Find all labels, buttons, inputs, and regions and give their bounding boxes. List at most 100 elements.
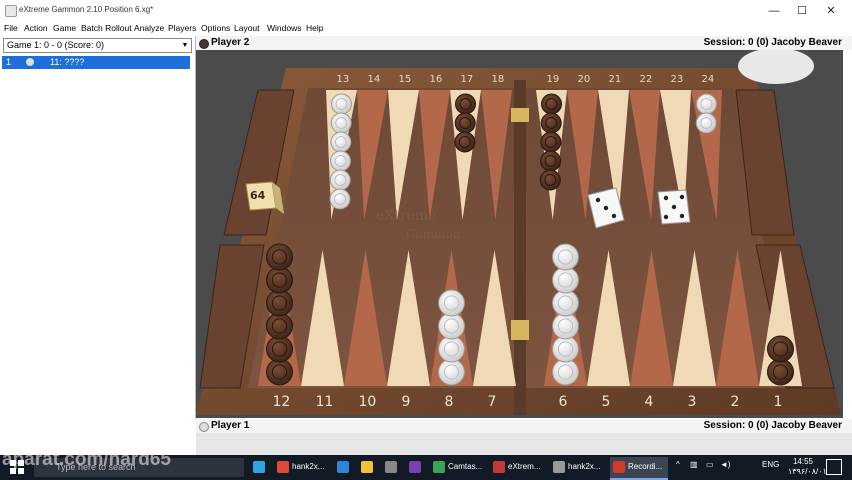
menu-layout[interactable]: Layout: [234, 22, 260, 35]
xg-icon: [493, 461, 505, 473]
white-checker[interactable]: [695, 112, 717, 134]
doubling-cube[interactable]: 64: [245, 181, 284, 214]
point-number-bottom: 7: [488, 394, 497, 410]
taskbar-app-chrome[interactable]: hank2x...: [274, 457, 332, 478]
camtasia-icon: [433, 461, 445, 473]
move-text: 11: ????: [50, 57, 85, 67]
game-select-value: Game 1: 0 - 0 (Score: 0): [7, 40, 105, 50]
taskbar-app-calculator[interactable]: [382, 457, 404, 478]
white-checker[interactable]: [438, 289, 465, 317]
dark-checker[interactable]: [767, 335, 794, 363]
menu-analyze[interactable]: Analyze: [134, 22, 164, 35]
clock-time: 14:55: [792, 457, 814, 466]
hinge-bottom: [511, 320, 529, 340]
dark-checker[interactable]: [454, 131, 476, 153]
backgammon-board[interactable]: 13 12 14 11 15 10 16 9 17 8 18 7 19 6 20 5 21 4 22 3 23 2 24 1 …: [196, 50, 843, 418]
language-indicator[interactable]: ENG: [762, 460, 779, 469]
close-button[interactable]: ✕: [819, 3, 843, 19]
taskbar-app-telegram[interactable]: [250, 457, 272, 478]
dark-checker[interactable]: [540, 150, 562, 172]
white-checker[interactable]: [438, 312, 465, 340]
die-right: [657, 189, 691, 225]
white-checker[interactable]: [552, 358, 579, 386]
point-number-top: 14: [368, 74, 381, 85]
app-icon: [5, 5, 17, 17]
dark-checker[interactable]: [266, 358, 293, 386]
menu-windows[interactable]: Windows: [267, 22, 301, 35]
record-icon: [613, 461, 625, 473]
chevron-up-icon[interactable]: ^: [676, 460, 680, 469]
dark-checker[interactable]: [266, 266, 293, 294]
point-number-bottom: 4: [645, 394, 654, 410]
dark-checker[interactable]: [541, 93, 562, 115]
dark-checker[interactable]: [455, 93, 476, 115]
menu-game[interactable]: Game: [53, 22, 76, 35]
white-checker[interactable]: [438, 335, 465, 363]
white-checker[interactable]: [696, 93, 717, 115]
dark-checker[interactable]: [266, 243, 293, 271]
point-number-top: 17: [461, 74, 474, 85]
white-checker[interactable]: [552, 312, 579, 340]
white-checker[interactable]: [329, 188, 351, 210]
point-number-top: 22: [640, 74, 653, 85]
top-session-text: Session: 0 (0) Jacoby Beaver: [703, 37, 842, 48]
menu-bar: File Action Game Batch Rollout Analyze P…: [0, 22, 852, 35]
menu-players[interactable]: Players: [168, 22, 196, 35]
point-number-top: 13: [337, 74, 350, 85]
move-list-row[interactable]: 1 11: ????: [2, 56, 190, 69]
point-number-top: 19: [547, 74, 560, 85]
xg2-icon: [553, 461, 565, 473]
dark-checker[interactable]: [767, 358, 794, 386]
menu-file[interactable]: File: [4, 22, 18, 35]
dark-checker[interactable]: [454, 112, 476, 134]
maximize-button[interactable]: ☐: [790, 3, 814, 19]
menu-action[interactable]: Action: [24, 22, 48, 35]
notifications-icon[interactable]: [826, 459, 842, 475]
game-list-pane: Game 1: 0 - 0 (Score: 0) ▼ 1 11: ????: [0, 36, 196, 419]
center-bar: [514, 80, 526, 415]
taskbar-clock[interactable]: 14:55 ۱۳۹۶/۰۸/۰۱: [788, 457, 827, 477]
taskbar-app-onenote[interactable]: [406, 457, 428, 478]
point-number-top: 18: [492, 74, 505, 85]
battery-icon[interactable]: ▭: [706, 460, 714, 469]
white-checker[interactable]: [552, 289, 579, 317]
taskbar-app-record[interactable]: Recordi...: [610, 457, 668, 480]
dark-checker[interactable]: [540, 131, 562, 153]
volume-icon[interactable]: ◄): [720, 460, 731, 469]
white-checker[interactable]: [552, 266, 579, 294]
bottom-session-text: Session: 0 (0) Jacoby Beaver: [703, 420, 842, 431]
menu-options[interactable]: Options: [201, 22, 230, 35]
game-select[interactable]: Game 1: 0 - 0 (Score: 0) ▼: [3, 38, 192, 53]
dark-checker[interactable]: [540, 112, 562, 134]
network-icon[interactable]: ▥: [690, 460, 698, 469]
video-watermark: aparat.com/hard65: [2, 449, 171, 470]
point-number-top: 23: [671, 74, 684, 85]
taskbar-app-label: hank2x...: [292, 462, 325, 471]
menu-batch-rollout[interactable]: Batch Rollout: [81, 22, 132, 35]
dark-checker[interactable]: [266, 335, 293, 363]
white-checker[interactable]: [552, 335, 579, 363]
point-number-bottom: 12: [273, 394, 291, 410]
player-dot-icon: [26, 58, 34, 66]
menu-help[interactable]: Help: [306, 22, 323, 35]
taskbar-app-folder[interactable]: [358, 457, 380, 478]
dark-checker[interactable]: [266, 312, 293, 340]
white-checker[interactable]: [330, 112, 352, 134]
chevron-down-icon[interactable]: ▼: [179, 39, 191, 52]
hinge-top: [511, 108, 529, 122]
dark-checker[interactable]: [539, 169, 561, 191]
white-checker[interactable]: [331, 93, 352, 115]
folder-icon: [361, 461, 373, 473]
taskbar-app-camtasia[interactable]: Camtas...: [430, 457, 488, 478]
taskbar-app-xg2[interactable]: hank2x...: [550, 457, 608, 478]
taskbar-app-xg[interactable]: eXtrem...: [490, 457, 548, 478]
minimize-button[interactable]: —: [762, 3, 786, 19]
dark-checker[interactable]: [266, 289, 293, 317]
white-checker[interactable]: [552, 243, 579, 271]
taskbar-app-edge[interactable]: [334, 457, 356, 478]
white-checker[interactable]: [329, 169, 351, 191]
white-checker[interactable]: [330, 150, 352, 172]
white-checker[interactable]: [330, 131, 352, 153]
white-checker[interactable]: [438, 358, 465, 386]
point-number-top: 15: [399, 74, 412, 85]
